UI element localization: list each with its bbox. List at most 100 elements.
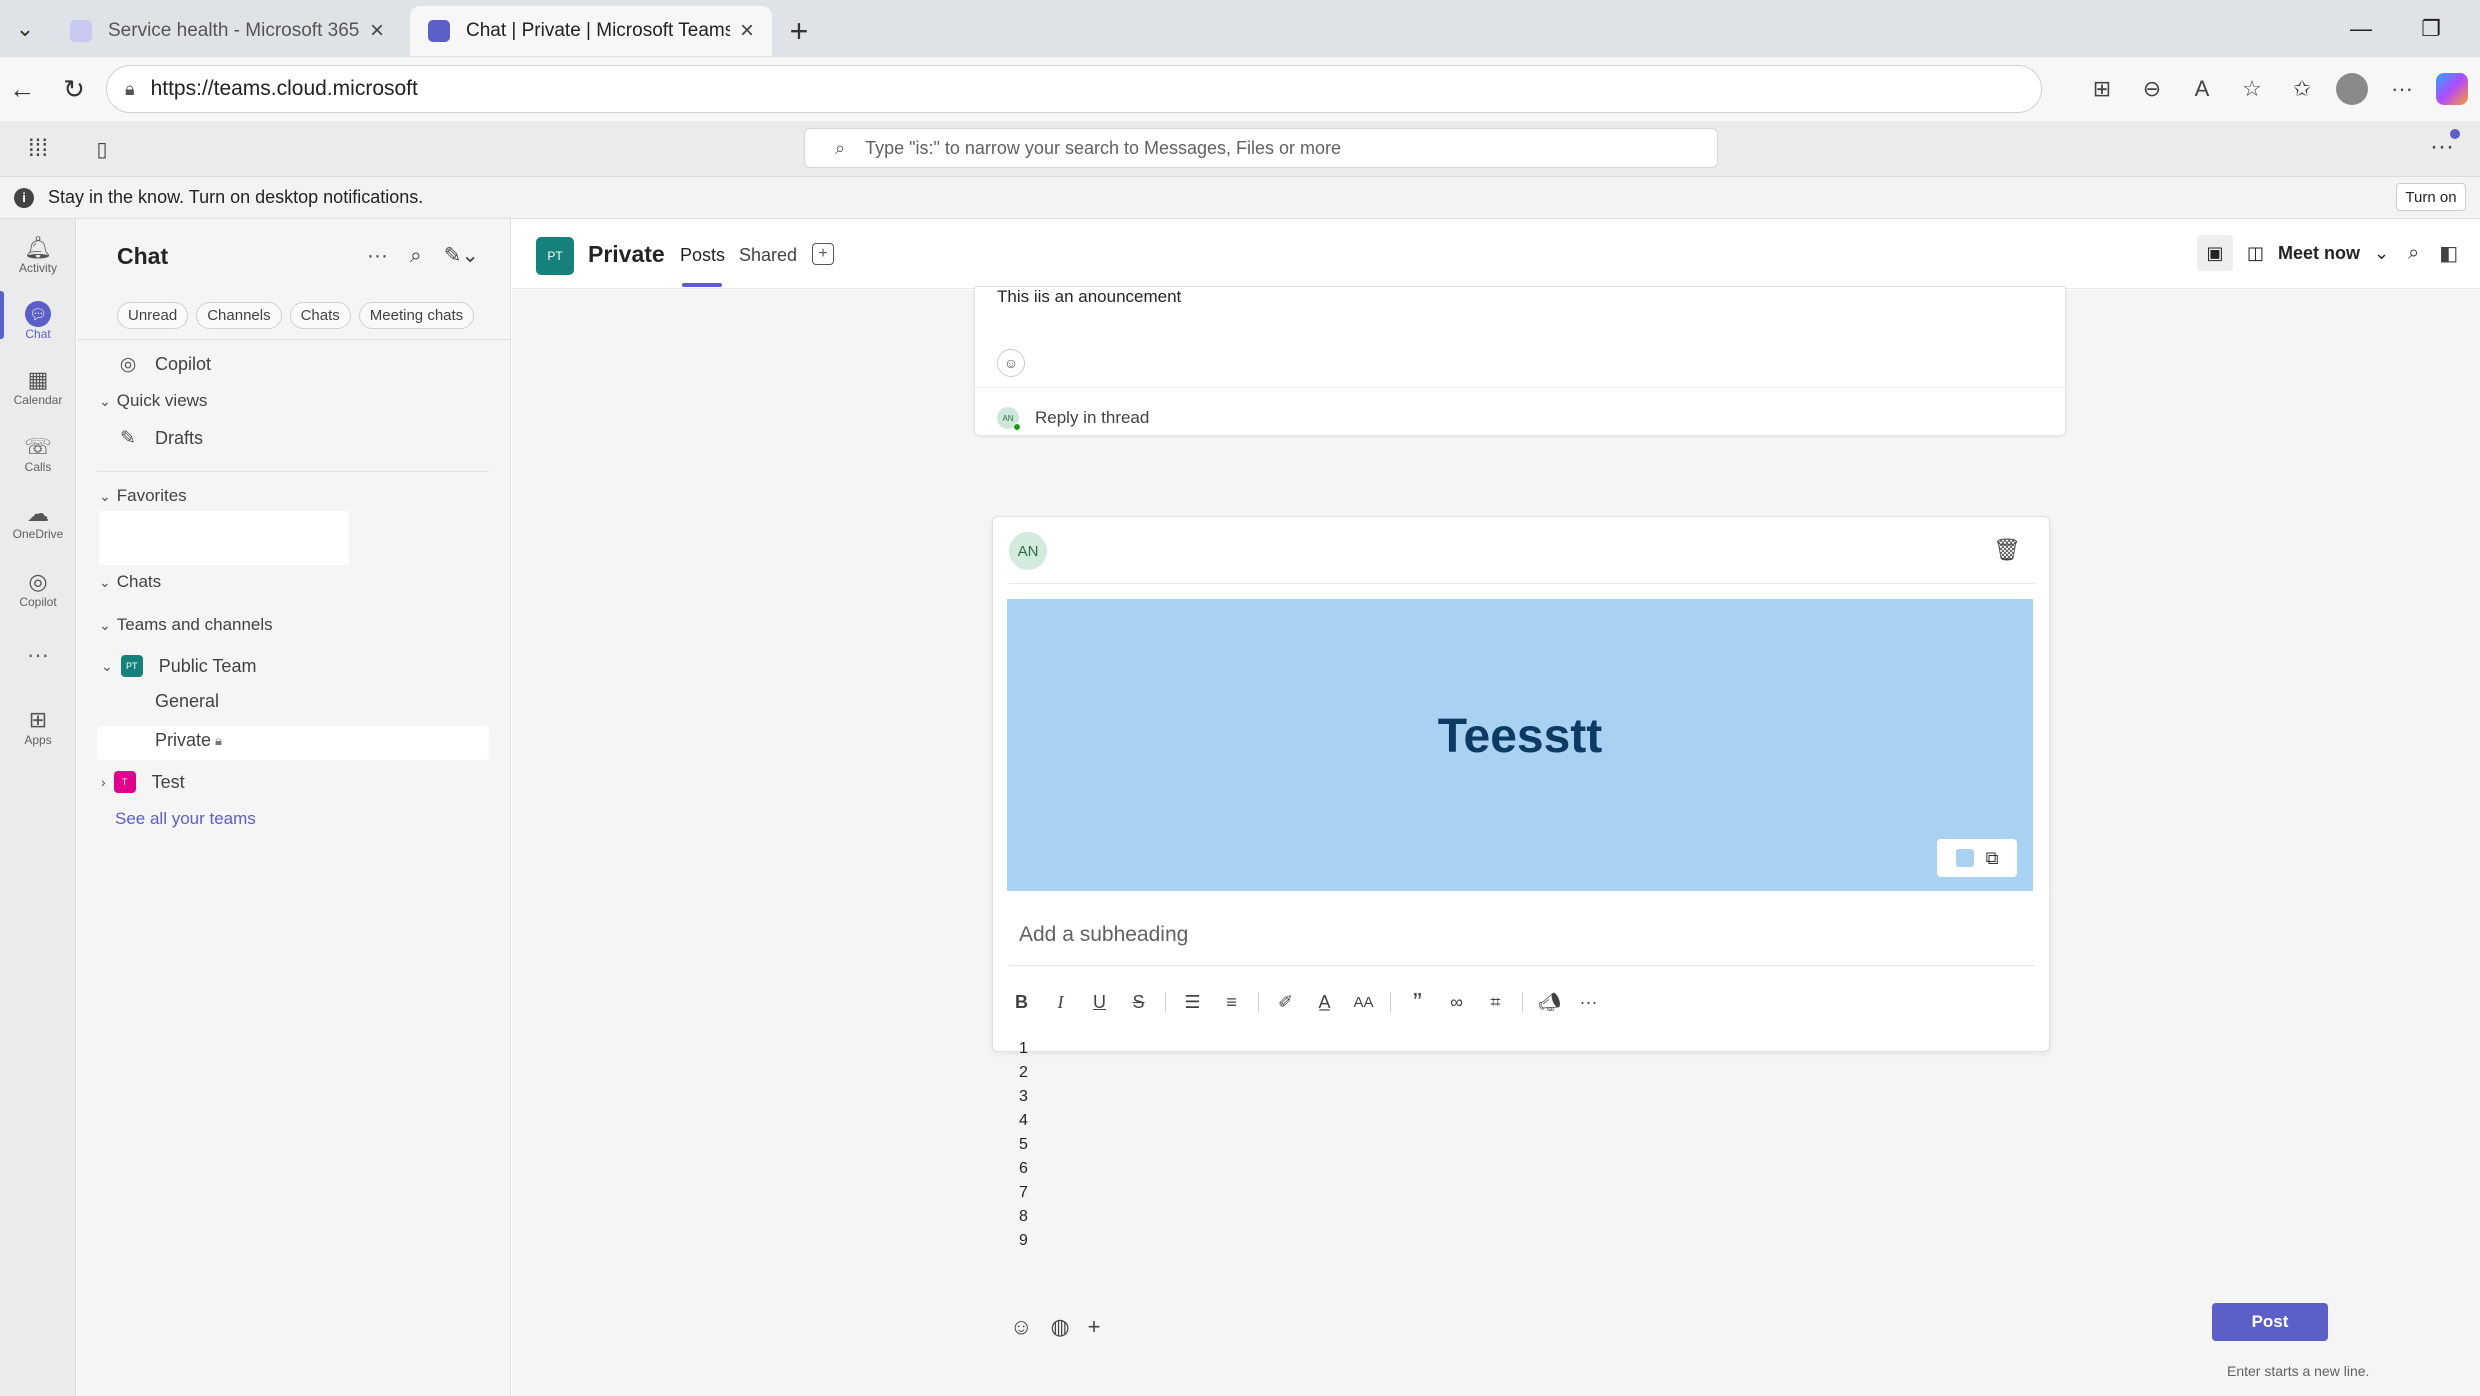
trash-icon[interactable]: 🗑︎	[1993, 537, 2021, 563]
team-test[interactable]: › T Test	[101, 771, 185, 793]
channel-name: Private	[588, 241, 665, 267]
font-size-icon[interactable]: AA	[1351, 988, 1376, 1016]
underline-icon[interactable]: U	[1087, 988, 1112, 1016]
calendar-lock-icon[interactable]: ▣	[2197, 235, 2233, 271]
tab-actions-chevron-icon[interactable]: ⌄	[8, 12, 42, 46]
browser-tab-service-health[interactable]: Service health - Microsoft 365 admin cen…	[52, 6, 402, 56]
site-info-icon[interactable]: 🔒︎	[125, 79, 135, 100]
channel-general[interactable]: General	[155, 691, 219, 712]
copilot-logo-icon[interactable]	[2436, 73, 2468, 105]
rail-more-icon[interactable]: ···	[0, 623, 76, 687]
url-input[interactable]: 🔒︎ https://teams.cloud.microsoft	[106, 65, 2042, 113]
font-color-icon[interactable]: A̲	[1312, 988, 1337, 1016]
section-teams-and-channels[interactable]: ⌄ Teams and channels	[99, 615, 273, 635]
filter-channels[interactable]: Channels	[196, 302, 282, 329]
close-icon[interactable]: ×	[370, 17, 384, 45]
list-item: 2	[1019, 1064, 1028, 1081]
section-chats[interactable]: ⌄ Chats	[99, 572, 161, 592]
list-item-copilot[interactable]: ◎ Copilot	[117, 353, 211, 376]
new-chat-icon[interactable]: ✎⌄	[444, 243, 479, 268]
team-public-team[interactable]: ⌄ PT Public Team	[101, 655, 256, 677]
profile-avatar[interactable]	[2336, 73, 2368, 105]
chevron-down-icon: ⌄	[99, 616, 111, 633]
image-upload-icon[interactable]: ⧉	[1986, 848, 1999, 869]
rail-item-calls[interactable]: ☏ Calls	[0, 422, 76, 486]
more-options-icon[interactable]: ···	[367, 244, 388, 268]
search-icon[interactable]: ⌕	[2408, 242, 2419, 265]
more-icon[interactable]: ···	[2386, 73, 2418, 105]
team-name: Public Team	[158, 655, 257, 676]
rail-item-apps[interactable]: ⊞ Apps	[0, 695, 76, 759]
see-all-teams-link[interactable]: See all your teams	[115, 809, 256, 829]
close-icon[interactable]: ×	[740, 17, 754, 45]
add-tab-plus-icon[interactable]: +	[812, 243, 834, 265]
quote-icon[interactable]: ”	[1405, 987, 1430, 1017]
list-item-drafts[interactable]: ✎ Drafts	[117, 427, 203, 450]
channel-private[interactable]: Private 🔒︎	[155, 730, 222, 751]
sticker-icon[interactable]: ◍	[1050, 1314, 1069, 1340]
app-available-icon[interactable]: ⊞	[2086, 73, 2118, 105]
post-text: This iis an anouncement	[997, 287, 1182, 306]
zoom-icon[interactable]: ⊖	[2136, 73, 2168, 105]
rail-item-chat[interactable]: 💬︎ Chat	[0, 289, 76, 353]
section-quick-views[interactable]: ⌄ Quick views	[99, 391, 207, 411]
code-icon[interactable]: ⌗	[1483, 988, 1508, 1016]
filter-meeting-chats[interactable]: Meeting chats	[358, 302, 475, 329]
section-favorites[interactable]: ⌄ Favorites	[99, 486, 187, 506]
cloud-icon: ☁︎	[27, 501, 49, 526]
filter-chats[interactable]: Chats	[289, 302, 351, 329]
highlight-icon[interactable]: ✐	[1273, 988, 1298, 1016]
subheading-input[interactable]: Add a subheading	[1019, 923, 1188, 947]
strikethrough-icon[interactable]: S	[1126, 988, 1151, 1016]
refresh-icon[interactable]: ↻	[54, 69, 94, 109]
meet-now-button[interactable]: ▣ ◫ Meet now ⌄	[2197, 233, 2389, 273]
read-aloud-icon[interactable]: A	[2186, 73, 2218, 105]
color-swatch-icon[interactable]	[1955, 849, 1974, 867]
sidebar-toggle-icon[interactable]: ▯	[86, 133, 118, 165]
rail-item-onedrive[interactable]: ☁︎ OneDrive	[0, 489, 76, 553]
search-icon[interactable]: ⌕	[410, 244, 422, 268]
team-avatar: PT	[120, 655, 143, 677]
add-reaction-icon[interactable]: ☺	[997, 349, 1025, 377]
rail-item-calendar[interactable]: ▦ Calendar	[0, 355, 76, 419]
chevron-down-icon: ⌄	[2374, 242, 2390, 263]
turn-on-button[interactable]: Turn on	[2396, 183, 2466, 211]
open-panel-icon[interactable]: ◧	[2439, 241, 2458, 266]
bulleted-list-icon[interactable]: ☰	[1180, 988, 1205, 1016]
minimize-icon[interactable]: —	[2336, 12, 2386, 46]
reply-in-thread-button[interactable]: AN Reply in thread	[997, 407, 1150, 431]
announcement-icon[interactable]: 📣︎	[1537, 988, 1562, 1016]
link-icon[interactable]: ∞	[1444, 988, 1469, 1016]
item-label: Copilot	[155, 354, 212, 374]
bold-icon[interactable]: B	[1009, 988, 1034, 1016]
rail-item-activity[interactable]: 🔔︎ Activity	[0, 223, 76, 287]
plus-icon[interactable]: +	[1088, 1314, 1101, 1340]
announcement-banner[interactable]: Teesstt ⧉	[1007, 599, 2033, 891]
rail-label: Apps	[24, 733, 52, 747]
announcement-heading[interactable]: Teesstt	[1007, 709, 2033, 764]
tab-posts[interactable]: Posts	[680, 245, 725, 266]
divider	[77, 339, 511, 340]
favorite-star-icon[interactable]: ☆	[2236, 73, 2268, 105]
filter-unread[interactable]: Unread	[117, 302, 189, 329]
tab-shared[interactable]: Shared	[739, 245, 797, 266]
rail-item-copilot[interactable]: ◎ Copilot	[0, 557, 76, 621]
favorites-icon[interactable]: ✩	[2286, 73, 2318, 105]
app-launcher-icon[interactable]: ⁞⁞⁞	[22, 133, 54, 165]
separator	[1522, 992, 1523, 1012]
divider	[1009, 965, 2035, 966]
italic-icon[interactable]: I	[1048, 988, 1073, 1016]
tab-title: Chat | Private | Microsoft Teams	[466, 20, 730, 41]
numbered-list[interactable]: 1 2 3 4 5 6 7 8 9	[1019, 1037, 1028, 1253]
post-button[interactable]: Post	[2212, 1303, 2328, 1341]
reply-label: Reply in thread	[1035, 408, 1150, 427]
more-options-icon[interactable]: ···	[1576, 988, 1601, 1016]
new-tab-plus-icon[interactable]: +	[780, 12, 818, 50]
back-arrow-icon[interactable]: ←	[2, 69, 42, 109]
browser-tab-teams[interactable]: Chat | Private | Microsoft Teams ×	[410, 6, 772, 56]
restore-icon[interactable]: ❐	[2406, 12, 2456, 46]
emoji-icon[interactable]: ☺	[1010, 1314, 1032, 1340]
numbered-list-icon[interactable]: ≡	[1219, 988, 1244, 1016]
search-input[interactable]: ⌕ Type "is:" to narrow your search to Me…	[804, 128, 1718, 168]
team-name: Test	[151, 771, 185, 792]
